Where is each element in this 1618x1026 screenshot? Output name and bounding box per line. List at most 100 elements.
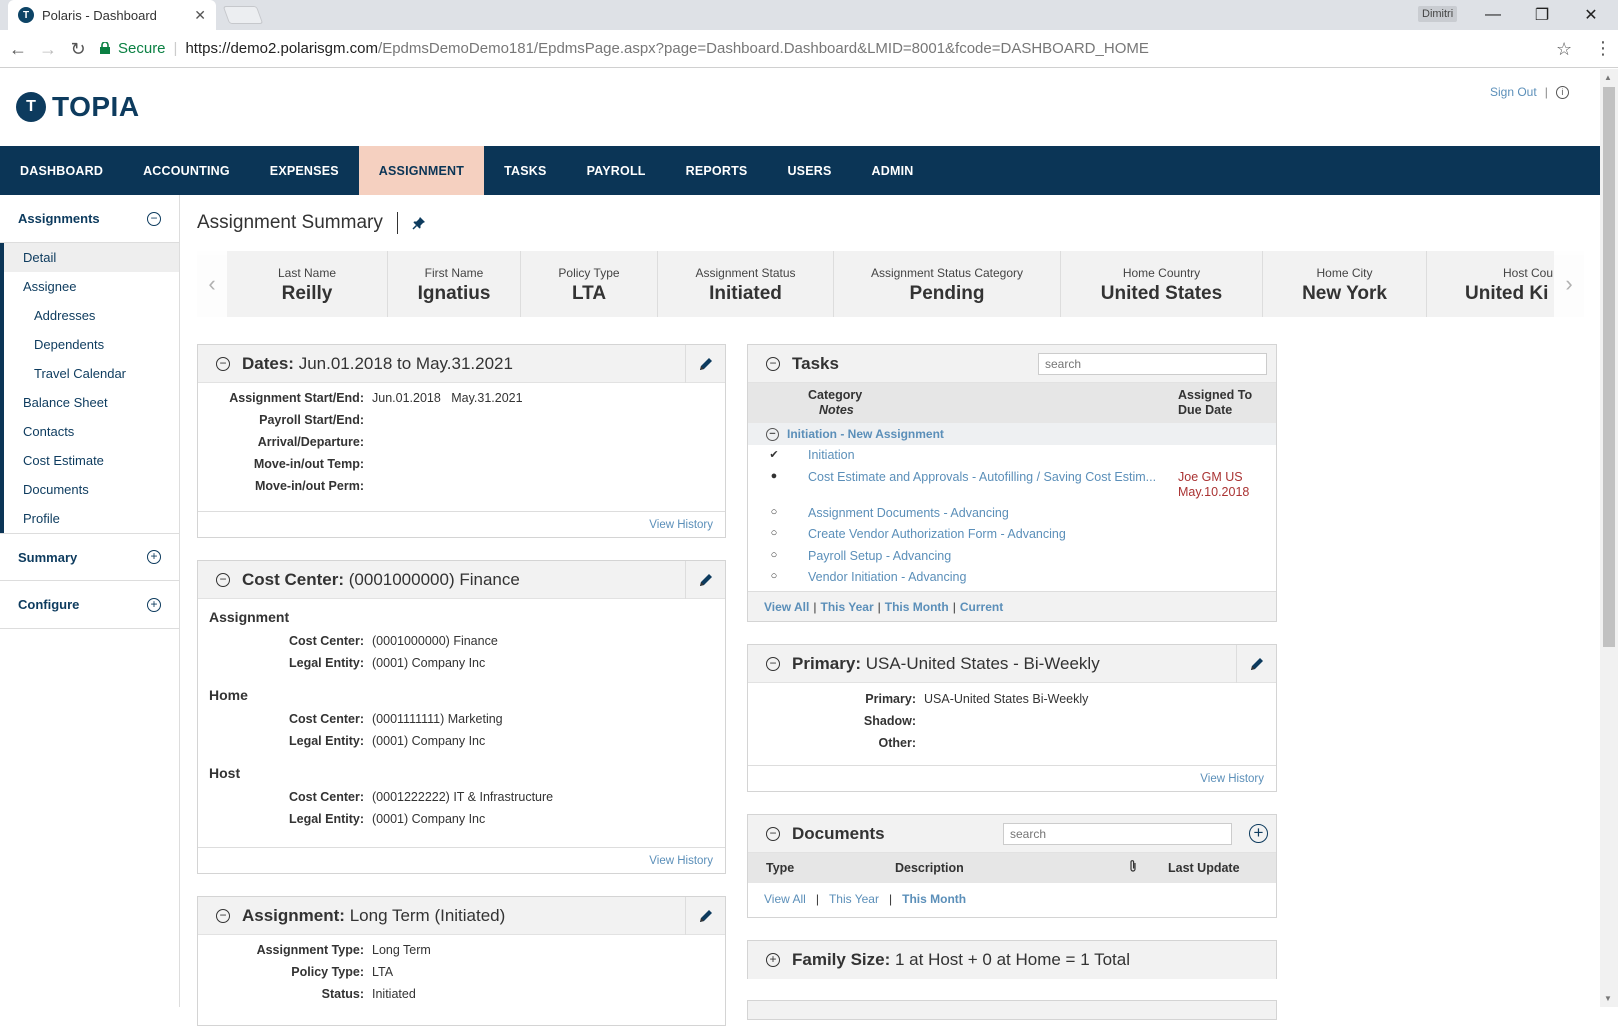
sidebar-section-configure[interactable]: Configure + xyxy=(0,581,179,629)
task-name-link[interactable]: Initiation xyxy=(808,448,855,462)
view-history-link[interactable]: View History xyxy=(748,765,1276,791)
col-last-update[interactable]: Last Update xyxy=(1168,861,1240,875)
scroll-down-icon[interactable]: ▼ xyxy=(1604,994,1612,1003)
col-category[interactable]: Category xyxy=(808,388,862,402)
nav-users[interactable]: USERS xyxy=(767,146,851,195)
task-name-link[interactable]: Cost Estimate and Approvals - Autofillin… xyxy=(808,470,1156,484)
col-description[interactable]: Description xyxy=(895,861,964,875)
task-name-link[interactable]: Assignment Documents - Advancing xyxy=(808,506,1009,520)
filter-this-month[interactable]: This Month xyxy=(885,600,949,614)
pin-icon[interactable] xyxy=(412,216,426,230)
task-name-link[interactable]: Payroll Setup - Advancing xyxy=(808,549,951,563)
collapse-icon[interactable]: − xyxy=(216,572,230,587)
add-document-icon[interactable]: + xyxy=(1249,824,1268,843)
sidebar-item-profile[interactable]: Profile xyxy=(4,504,179,533)
view-history-link[interactable]: View History xyxy=(198,511,725,537)
restore-icon[interactable]: ❐ xyxy=(1527,4,1557,26)
sidebar-item-addresses[interactable]: Addresses xyxy=(4,301,179,330)
reload-icon[interactable]: ↻ xyxy=(67,39,89,60)
sidebar-item-travel-calendar[interactable]: Travel Calendar xyxy=(4,359,179,388)
strip-next-icon[interactable]: › xyxy=(1554,251,1584,317)
sidebar-item-documents[interactable]: Documents xyxy=(4,475,179,504)
sidebar-item-dependents[interactable]: Dependents xyxy=(4,330,179,359)
collapse-icon[interactable]: − xyxy=(216,908,230,923)
sidebar-item-detail[interactable]: Detail xyxy=(4,243,179,272)
sign-out-link[interactable]: Sign Out xyxy=(1490,85,1537,99)
page-scrollbar[interactable]: ▲ ▼ xyxy=(1600,69,1618,1007)
edit-pencil-icon[interactable] xyxy=(685,345,725,383)
edit-pencil-icon[interactable] xyxy=(1236,645,1276,683)
filter-this-month[interactable]: This Month xyxy=(902,892,966,906)
scrollbar-thumb[interactable] xyxy=(1603,87,1615,647)
task-row[interactable]: ○ Payroll Setup - Advancing xyxy=(748,546,1276,568)
collapse-icon[interactable]: − xyxy=(766,356,780,371)
filter-this-year[interactable]: This Year xyxy=(820,600,873,614)
sidebar-section-summary[interactable]: Summary + xyxy=(0,533,179,581)
nav-accounting[interactable]: ACCOUNTING xyxy=(123,146,250,195)
new-tab-button[interactable] xyxy=(222,6,264,24)
close-tab-icon[interactable]: ✕ xyxy=(194,7,206,24)
task-name-link[interactable]: Vendor Initiation - Advancing xyxy=(808,570,966,584)
field-label: Arrival/Departure: xyxy=(257,435,364,449)
sidebar-item-contacts[interactable]: Contacts xyxy=(4,417,179,446)
collapse-icon[interactable]: − xyxy=(766,826,780,841)
nav-payroll[interactable]: PAYROLL xyxy=(567,146,666,195)
url-field[interactable]: Secure | https://demo2.polarisgm.com/Epd… xyxy=(100,34,1574,62)
documents-panel: − Documents + Type Description Last Upda… xyxy=(747,814,1277,918)
collapse-icon[interactable]: − xyxy=(147,211,161,226)
back-icon[interactable]: ← xyxy=(7,39,29,60)
sidebar-item-cost-estimate[interactable]: Cost Estimate xyxy=(4,446,179,475)
secure-indicator[interactable]: Secure xyxy=(100,40,166,57)
task-row[interactable]: ● Cost Estimate and Approvals - Autofill… xyxy=(748,467,1276,503)
collapse-icon[interactable]: − xyxy=(766,656,780,671)
forward-icon[interactable]: → xyxy=(37,39,59,60)
minimize-icon[interactable]: — xyxy=(1478,4,1508,26)
task-row[interactable]: ○ Assignment Documents - Advancing xyxy=(748,503,1276,525)
tasks-panel: − Tasks Category Notes Assigned To Due D… xyxy=(747,344,1277,622)
bookmark-star-icon[interactable]: ☆ xyxy=(1556,39,1572,60)
col-assigned-to[interactable]: Assigned To xyxy=(1178,388,1252,402)
col-due-date[interactable]: Due Date xyxy=(1178,403,1232,417)
profile-name[interactable]: Dimitri xyxy=(1418,6,1458,22)
filter-view-all[interactable]: View All xyxy=(764,892,806,906)
filter-view-all[interactable]: View All xyxy=(764,600,809,614)
task-name-link[interactable]: Create Vendor Authorization Form - Advan… xyxy=(808,527,1066,541)
scroll-up-icon[interactable]: ▲ xyxy=(1604,73,1612,82)
filter-this-year[interactable]: This Year xyxy=(829,892,879,906)
task-row[interactable]: ✔ Initiation xyxy=(748,445,1276,467)
col-type[interactable]: Type xyxy=(766,861,794,875)
tasks-search-input[interactable] xyxy=(1038,353,1267,375)
documents-search-input[interactable] xyxy=(1003,823,1232,845)
group-heading: Host xyxy=(209,765,241,781)
collapse-icon[interactable]: − xyxy=(766,427,779,441)
task-row[interactable]: ○ Create Vendor Authorization Form - Adv… xyxy=(748,524,1276,546)
expand-icon[interactable]: + xyxy=(147,550,161,564)
primary-fields: Primary: USA-United States Bi-Weekly Shad… xyxy=(748,683,1276,754)
edit-pencil-icon[interactable] xyxy=(685,897,725,935)
collapse-icon[interactable]: − xyxy=(216,356,230,371)
nav-expenses[interactable]: EXPENSES xyxy=(250,146,359,195)
expand-icon[interactable]: + xyxy=(766,953,780,967)
window-close-icon[interactable]: ✕ xyxy=(1576,4,1606,26)
sidebar-section-label: Summary xyxy=(18,549,78,565)
expand-icon[interactable]: + xyxy=(147,597,161,612)
sidebar-section-assignments[interactable]: Assignments − xyxy=(0,195,179,243)
nav-tasks[interactable]: TASKS xyxy=(484,146,566,195)
filter-current[interactable]: Current xyxy=(960,600,1003,614)
nav-assignment[interactable]: ASSIGNMENT xyxy=(358,146,485,195)
nav-dashboard[interactable]: DASHBOARD xyxy=(0,146,123,195)
sidebar-item-balance-sheet[interactable]: Balance Sheet xyxy=(4,388,179,417)
topia-logo[interactable]: T TOPIA xyxy=(16,91,140,123)
browser-menu-icon[interactable]: ⋮ xyxy=(1594,38,1612,59)
info-icon[interactable]: i xyxy=(1555,85,1569,99)
strip-prev-icon[interactable]: ‹ xyxy=(197,251,227,317)
edit-pencil-icon[interactable] xyxy=(685,561,725,599)
view-history-link[interactable]: View History xyxy=(198,847,725,873)
nav-admin[interactable]: ADMIN xyxy=(852,146,934,195)
nav-reports[interactable]: REPORTS xyxy=(666,146,768,195)
sidebar-item-assignee[interactable]: Assignee xyxy=(4,272,179,301)
browser-tab[interactable]: T Polaris - Dashboard ✕ xyxy=(8,0,216,30)
task-row[interactable]: ○ Vendor Initiation - Advancing xyxy=(748,567,1276,589)
task-group-row[interactable]: − Initiation - New Assignment xyxy=(748,423,1276,445)
title-divider xyxy=(396,212,399,234)
